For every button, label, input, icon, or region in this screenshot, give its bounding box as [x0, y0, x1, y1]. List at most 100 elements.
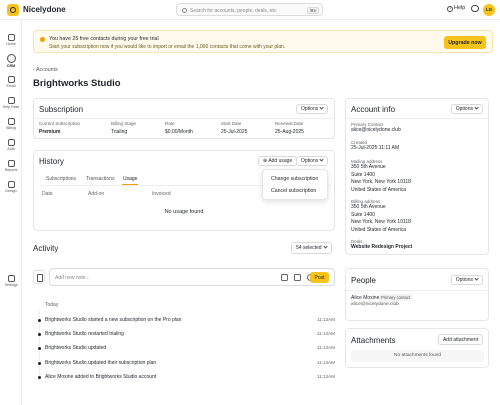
- left-nav: Home CRM Email Help Desk Billing Auth Re…: [0, 20, 22, 405]
- timeline-dot-icon: [38, 333, 41, 336]
- history-title: History: [39, 157, 64, 166]
- note-input[interactable]: Add new note... Post: [49, 268, 335, 286]
- person-email[interactable]: alice@nicelydone.club: [351, 302, 399, 307]
- banner-title: You have 25 free contacts during your fr…: [49, 36, 159, 42]
- people-card: People Options Alice Moxine Primary cont…: [345, 268, 489, 321]
- note-icon: [33, 270, 45, 284]
- field-billing-stage: Billing Stage Trialing: [111, 121, 137, 135]
- primary-contact-badge: Primary contact: [379, 294, 413, 301]
- field-rate: Rate $0.00/Month: [165, 121, 193, 135]
- brand-logo-icon[interactable]: [7, 4, 19, 16]
- subscription-options-button[interactable]: Options: [296, 104, 329, 114]
- help-label: Help: [454, 5, 466, 11]
- account-options-button[interactable]: Options: [450, 104, 483, 114]
- column-add-on: Add-on: [88, 191, 105, 197]
- crm-icon: [6, 54, 16, 63]
- chevron-down-icon: [319, 157, 324, 162]
- usage-empty-state: No usage found: [164, 209, 204, 215]
- chat-icon[interactable]: [471, 5, 479, 12]
- email-icon[interactable]: [294, 274, 301, 281]
- activity-item: Brightworks Studio updated 11:13AM: [38, 342, 335, 356]
- post-button[interactable]: Post: [310, 272, 329, 283]
- nav-item-help-desk[interactable]: Help Desk: [0, 95, 22, 113]
- divider: [346, 290, 488, 291]
- note-placeholder: Add new note...: [55, 275, 90, 281]
- nav-item-crm[interactable]: CRM: [0, 53, 22, 71]
- divider: [346, 118, 488, 119]
- trial-banner: You have 25 free contacts during your fr…: [33, 30, 493, 53]
- chevron-down-icon: [319, 105, 324, 110]
- page-title: Brightworks Studio: [33, 78, 121, 89]
- attachments-card: Attachments Add attachment No attachment…: [345, 328, 489, 368]
- tab-transactions[interactable]: Transactions: [86, 176, 114, 182]
- search-placeholder: Search for accounts, people, deals, etc: [190, 7, 277, 14]
- nav-item-design[interactable]: Design: [0, 179, 22, 197]
- search-shortcut: ⌘K: [307, 6, 319, 14]
- help-icon: ?: [447, 6, 453, 12]
- add-usage-button[interactable]: ⊕ Add usage: [258, 156, 298, 166]
- people-options-button[interactable]: Options: [450, 275, 483, 285]
- activity-filter-select[interactable]: 54 selected: [291, 242, 332, 254]
- column-invoiced: Invoiced: [152, 191, 171, 197]
- people-title: People: [351, 276, 376, 285]
- activity-item: Brightworks Studio started a new subscri…: [38, 314, 335, 328]
- timeline-dot-icon: [38, 347, 41, 350]
- divider: [34, 118, 334, 119]
- chevron-down-icon: [474, 105, 479, 110]
- help-button[interactable]: ? Help: [447, 5, 465, 12]
- attachments-title: Attachments: [351, 336, 396, 345]
- note-composer: Add new note... Post: [33, 268, 335, 286]
- upgrade-button[interactable]: Upgrade now: [444, 36, 486, 49]
- menu-item-cancel-subscription[interactable]: Cancel subscription: [271, 188, 316, 194]
- menu-item-change-subscription[interactable]: Change subscription: [271, 176, 318, 182]
- breadcrumb[interactable]: ‹ Accounts: [33, 67, 58, 73]
- nav-item-reports[interactable]: Reports: [0, 158, 22, 176]
- help-desk-icon: [7, 97, 15, 104]
- brand-name: Nicelydone: [23, 5, 66, 14]
- nav-item-billing[interactable]: Billing: [0, 116, 22, 134]
- reports-icon: [7, 160, 15, 167]
- global-search-input[interactable]: Search for accounts, people, deals, etc …: [176, 3, 323, 16]
- options-menu: Change subscription Cancel subscription: [262, 169, 328, 200]
- person-name[interactable]: Alice Moxine: [351, 295, 379, 301]
- tab-subscriptions[interactable]: Subscriptions: [46, 176, 76, 182]
- billing-icon: [7, 118, 15, 125]
- account-info-title: Account info: [351, 105, 396, 114]
- field-current-subscription: Current Subscription Premium: [39, 121, 81, 135]
- activity-item: Alice Moxine added to Brightworks Studio…: [38, 371, 335, 385]
- history-options-button[interactable]: Options: [296, 156, 329, 166]
- field-start-date: Start Date 25-Jul-2025: [221, 121, 248, 135]
- search-icon: [182, 7, 187, 13]
- column-date: Date: [42, 191, 53, 197]
- breadcrumb-accounts[interactable]: Accounts: [36, 67, 58, 73]
- add-attachment-button[interactable]: Add attachment: [437, 334, 483, 345]
- home-icon: [7, 34, 15, 41]
- deals-field: Deals Website Redesign Project: [351, 239, 413, 252]
- field-renewal-date: Renewal Date 25-Aug-2025: [275, 121, 304, 135]
- activity-item: Brightworks Studio restarted trialing 11:…: [38, 328, 335, 342]
- subscription-card: Subscription Options Current Subscriptio…: [33, 98, 335, 139]
- chevron-down-icon: [474, 276, 479, 281]
- document-icon[interactable]: [281, 274, 288, 281]
- tab-usage[interactable]: Usage: [121, 176, 139, 185]
- warning-icon: [40, 37, 45, 42]
- subscription-title: Subscription: [39, 105, 84, 114]
- banner-subtitle: Start your subscription now if you would…: [49, 43, 286, 50]
- design-icon: [7, 181, 15, 188]
- nav-item-settings[interactable]: Settings: [0, 273, 22, 291]
- nav-item-home[interactable]: Home: [0, 32, 22, 50]
- timeline-dot-icon: [38, 362, 41, 365]
- activity-title: Activity: [33, 244, 59, 253]
- user-avatar[interactable]: LG: [483, 4, 495, 16]
- nav-item-auth[interactable]: Auth: [0, 137, 22, 155]
- billing-address-field: Billing address 350 5th Avenue Suite 140…: [351, 199, 411, 233]
- auth-icon: [7, 139, 15, 146]
- email-icon: [7, 76, 15, 83]
- deal-link[interactable]: Website Redesign Project: [351, 244, 412, 252]
- nav-item-email[interactable]: Email: [0, 74, 22, 92]
- mailing-address-field: Mailing address 350 5th Avenue Suite 140…: [351, 159, 411, 193]
- settings-icon: [7, 275, 15, 282]
- top-bar: Nicelydone Search for accounts, people, …: [0, 0, 500, 20]
- day-label: Today: [45, 302, 59, 308]
- primary-contact-email[interactable]: alice@nicelydone.club: [351, 127, 401, 135]
